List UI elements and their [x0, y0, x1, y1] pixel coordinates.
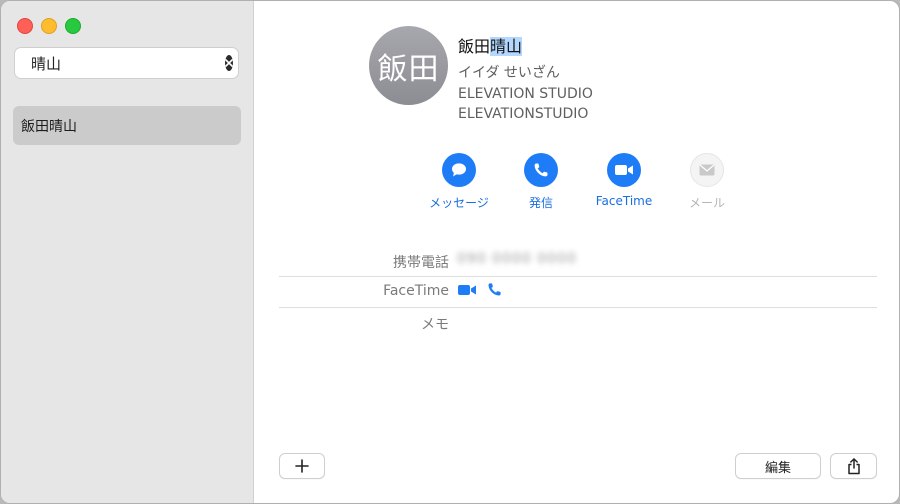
contact-company: ELEVATION STUDIO	[458, 86, 593, 102]
quick-actions: メッセージ 発信 FaceTime メール	[414, 153, 734, 213]
field-row-mobile: 携帯電話 090 0000 0000	[279, 246, 877, 276]
contact-name-plain: 飯田	[458, 37, 491, 56]
contact-list-item-name: 飯田晴山	[21, 118, 77, 135]
call-action-label: 発信	[528, 196, 553, 210]
field-row-facetime: FaceTime	[279, 276, 877, 307]
close-window-button[interactable]	[17, 18, 33, 34]
message-bubble-icon	[452, 163, 466, 177]
contact-header: 飯田晴山 イイダ せいざん ELEVATION STUDIO ELEVATION…	[458, 36, 593, 122]
mail-action-button[interactable]: メール	[662, 153, 752, 211]
phone-icon	[534, 163, 548, 177]
search-input[interactable]	[31, 54, 225, 72]
contact-name[interactable]: 飯田晴山	[458, 36, 593, 58]
facetime-action-label: FaceTime	[595, 194, 653, 208]
message-action-label: メッセージ	[429, 196, 489, 210]
search-field[interactable]	[14, 47, 239, 79]
avatar-initials: 飯田	[377, 51, 440, 87]
field-label-memo: メモ	[421, 317, 449, 333]
share-icon	[847, 457, 860, 474]
field-label-facetime: FaceTime	[383, 283, 449, 299]
field-row-memo: メモ	[279, 307, 877, 338]
contact-department: ELEVATIONSTUDIO	[458, 106, 589, 122]
contact-fields: 携帯電話 090 0000 0000 FaceTime メモ	[279, 246, 877, 338]
contacts-window: 飯田晴山 飯田 飯田晴山 イイダ せいざん ELEVATION STUDIO E…	[0, 0, 900, 504]
facetime-video-icon[interactable]	[457, 283, 477, 297]
plus-icon	[295, 459, 309, 473]
video-camera-icon	[615, 165, 633, 175]
mail-action-label: メール	[688, 196, 725, 210]
contact-detail-pane: 飯田 飯田晴山 イイダ せいざん ELEVATION STUDIO ELEVAT…	[254, 1, 899, 503]
contact-name-selected: 晴山	[490, 37, 523, 56]
add-contact-button[interactable]	[279, 453, 325, 479]
message-action-button[interactable]: メッセージ	[414, 153, 504, 211]
window-controls	[17, 18, 81, 34]
envelope-icon	[699, 164, 715, 176]
contact-list-item[interactable]: 飯田晴山	[13, 106, 241, 145]
zoom-window-button[interactable]	[65, 18, 81, 34]
sidebar: 飯田晴山	[1, 1, 254, 503]
share-button[interactable]	[830, 453, 877, 479]
contact-phonetic-name: イイダ せいざん	[458, 65, 560, 81]
minimize-window-button[interactable]	[41, 18, 57, 34]
facetime-action-button[interactable]: FaceTime	[579, 153, 669, 208]
mobile-number-value[interactable]: 090 0000 0000	[457, 251, 577, 267]
avatar[interactable]: 飯田	[369, 26, 448, 105]
clear-search-button[interactable]	[225, 55, 233, 71]
field-label-mobile: 携帯電話	[393, 255, 449, 271]
facetime-audio-icon[interactable]	[487, 282, 502, 297]
call-action-button[interactable]: 発信	[496, 153, 586, 211]
clear-x-icon	[225, 59, 233, 67]
edit-button[interactable]: 編集	[735, 453, 821, 479]
